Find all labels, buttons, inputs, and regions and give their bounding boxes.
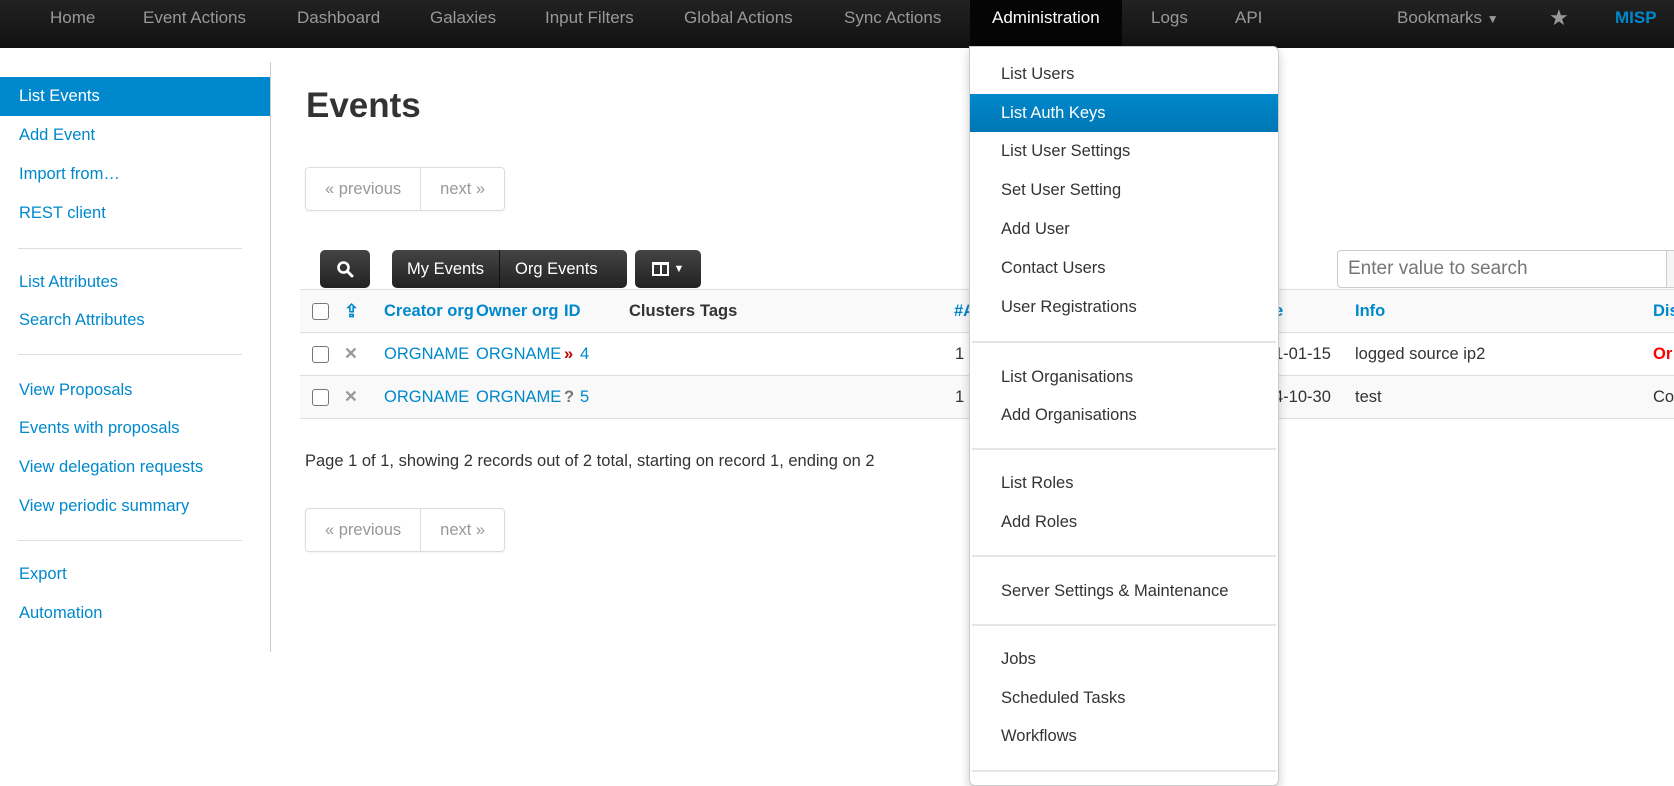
attribute-count: 1: [955, 388, 965, 406]
nav-home[interactable]: Home: [50, 0, 95, 48]
sidebar-divider: [18, 540, 242, 541]
sidebar-item-view-proposals[interactable]: View Proposals: [0, 371, 270, 410]
col-clusters: Clusters: [629, 302, 696, 320]
sidebar-item-add-event[interactable]: Add Event: [0, 116, 270, 155]
menu-item-add-user[interactable]: Add User: [970, 210, 1278, 248]
event-info: logged source ip2: [1355, 345, 1486, 363]
distribution: Co: [1653, 388, 1674, 406]
search-icon: [337, 261, 354, 278]
my-events-button[interactable]: My Events: [392, 250, 499, 288]
col-id[interactable]: ID: [564, 290, 581, 332]
owner-org[interactable]: ORGNAME: [476, 333, 561, 375]
col-distribution[interactable]: Dis: [1653, 290, 1674, 332]
nav-dashboard[interactable]: Dashboard: [297, 0, 380, 48]
search-input[interactable]: [1337, 250, 1667, 288]
menu-item-user-registrations[interactable]: User Registrations: [970, 288, 1278, 326]
sidebar-item-import[interactable]: Import from…: [0, 155, 270, 194]
next-page-button[interactable]: next »: [420, 509, 504, 551]
menu-item-list-auth-keys[interactable]: List Auth Keys: [970, 94, 1278, 132]
sidebar-item-search-attributes[interactable]: Search Attributes: [0, 301, 270, 340]
threat-level-undefined-icon: ?: [564, 388, 575, 406]
attribute-count: 1: [955, 345, 965, 363]
threat-level-high-icon: »: [564, 345, 574, 363]
menu-item-jobs[interactable]: Jobs: [970, 640, 1278, 678]
col-tags: Tags: [700, 302, 738, 320]
menu-item-list-users[interactable]: List Users: [970, 55, 1278, 93]
menu-item-list-organisations[interactable]: List Organisations: [970, 358, 1278, 396]
sidebar-item-automation[interactable]: Automation: [0, 594, 270, 633]
menu-item-workflows[interactable]: Workflows: [970, 717, 1278, 755]
columns-icon: [651, 262, 669, 276]
sidebar-item-events-with-proposals[interactable]: Events with proposals: [0, 409, 270, 448]
brand-misp[interactable]: MISP: [1615, 0, 1657, 48]
event-date: 4-10-30: [1274, 388, 1331, 406]
nav-event-actions[interactable]: Event Actions: [143, 0, 246, 48]
top-navbar: Home Event Actions Dashboard Galaxies In…: [0, 0, 1674, 48]
menu-divider: [972, 448, 1276, 450]
menu-divider: [972, 555, 1276, 557]
search-filter-button[interactable]: [320, 250, 370, 288]
menu-item-list-user-settings[interactable]: List User Settings: [970, 132, 1278, 170]
menu-item-scheduled-tasks[interactable]: Scheduled Tasks: [970, 679, 1278, 717]
nav-api[interactable]: API: [1235, 0, 1262, 48]
owner-org[interactable]: ORGNAME: [476, 376, 561, 418]
nav-sync-actions[interactable]: Sync Actions: [844, 0, 941, 48]
nav-global-actions[interactable]: Global Actions: [684, 0, 793, 48]
previous-page-button[interactable]: « previous: [306, 509, 420, 551]
publish-icon[interactable]: ⇪: [344, 290, 359, 332]
next-page-button[interactable]: next »: [420, 168, 504, 210]
col-owner-org[interactable]: Owner org: [476, 290, 559, 332]
unpublished-icon: ✕: [344, 345, 358, 363]
previous-page-button[interactable]: « previous: [306, 168, 420, 210]
nav-input-filters[interactable]: Input Filters: [545, 0, 634, 48]
row-checkbox[interactable]: [312, 346, 329, 363]
unpublished-icon: ✕: [344, 388, 358, 406]
sidebar-item-periodic-summary[interactable]: View periodic summary: [0, 487, 270, 526]
administration-dropdown-menu: List Users List Auth Keys List User Sett…: [969, 46, 1279, 786]
menu-divider: [972, 624, 1276, 626]
col-creator-org[interactable]: Creator org: [384, 290, 474, 332]
creator-org[interactable]: ORGNAME: [384, 376, 469, 418]
menu-item-add-organisations[interactable]: Add Organisations: [970, 396, 1278, 434]
sidebar-divider: [18, 248, 242, 249]
sidebar-item-list-events[interactable]: List Events: [0, 77, 270, 116]
star-icon[interactable]: ★: [1549, 0, 1569, 48]
distribution: Or: [1653, 345, 1673, 363]
sidebar-divider: [18, 354, 242, 355]
menu-divider: [972, 341, 1276, 343]
col-info[interactable]: Info: [1355, 290, 1385, 332]
pagination-top: « previous next »: [305, 167, 506, 211]
menu-item-server-settings[interactable]: Server Settings & Maintenance: [970, 572, 1278, 610]
search-submit-button[interactable]: [1666, 250, 1674, 288]
nav-galaxies[interactable]: Galaxies: [430, 0, 496, 48]
select-all-checkbox[interactable]: [312, 303, 329, 320]
event-scope-button-group: My Events Org Events: [392, 250, 627, 288]
sidebar-item-delegation-requests[interactable]: View delegation requests: [0, 448, 270, 487]
caret-down-icon: ▼: [673, 263, 685, 275]
pagination-summary: Page 1 of 1, showing 2 records out of 2 …: [305, 452, 875, 470]
menu-item-list-roles[interactable]: List Roles: [970, 464, 1278, 502]
row-checkbox[interactable]: [312, 389, 329, 406]
menu-item-add-roles[interactable]: Add Roles: [970, 503, 1278, 541]
menu-item-set-user-setting[interactable]: Set User Setting: [970, 171, 1278, 209]
sidebar-item-rest-client[interactable]: REST client: [0, 194, 270, 233]
event-date: 1-01-15: [1274, 345, 1331, 363]
sidebar-item-list-attributes[interactable]: List Attributes: [0, 263, 270, 302]
menu-item-contact-users[interactable]: Contact Users: [970, 249, 1278, 287]
sidebar-item-export[interactable]: Export: [0, 555, 270, 594]
page-title: Events: [306, 86, 421, 125]
nav-administration[interactable]: Administration: [970, 0, 1122, 48]
pagination-bottom: « previous next »: [305, 508, 506, 552]
creator-org[interactable]: ORGNAME: [384, 333, 469, 375]
nav-bookmarks[interactable]: Bookmarks ▼: [1397, 0, 1499, 48]
org-events-button[interactable]: Org Events: [499, 250, 613, 288]
bookmarks-label: Bookmarks: [1397, 8, 1483, 27]
event-id[interactable]: 4: [580, 333, 589, 375]
columns-dropdown-button[interactable]: ▼: [635, 250, 701, 288]
event-info: test: [1355, 388, 1382, 406]
sidebar: List Events Add Event Import from… REST …: [0, 62, 271, 652]
event-id[interactable]: 5: [580, 376, 589, 418]
nav-logs[interactable]: Logs: [1151, 0, 1188, 48]
caret-down-icon: ▼: [1486, 12, 1499, 26]
